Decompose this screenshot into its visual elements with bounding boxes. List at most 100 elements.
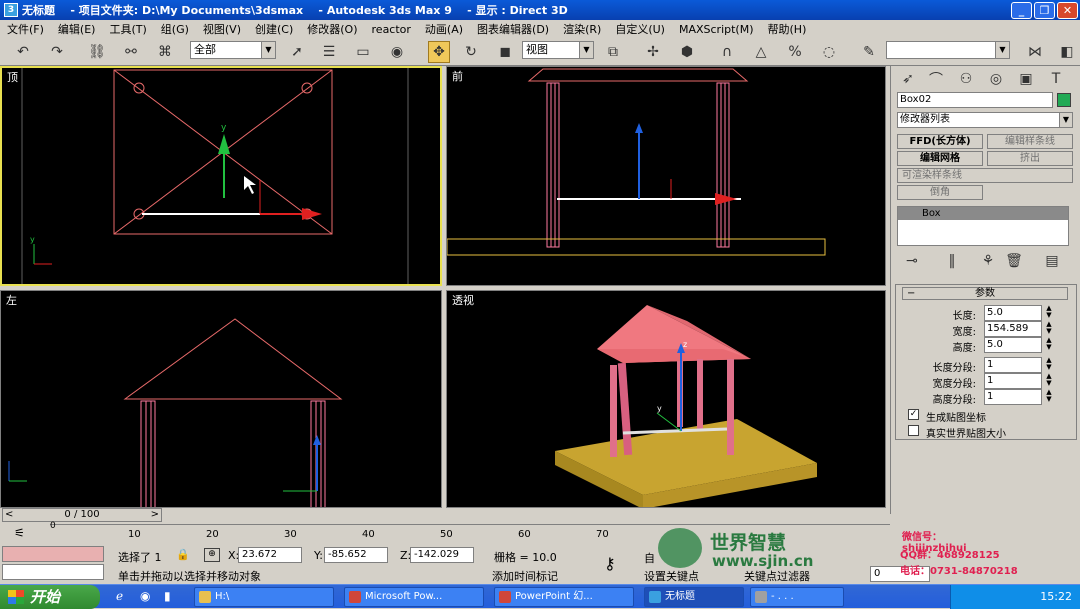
menu-views[interactable]: 视图(V) (196, 21, 248, 37)
rotate-icon[interactable]: ↻ (460, 41, 482, 63)
menu-graph-editors[interactable]: 图表编辑器(D) (470, 21, 556, 37)
task-slideshow[interactable]: PowerPoint 幻... (494, 587, 634, 607)
unlink-icon[interactable]: ⚯ (120, 41, 142, 63)
utilities-tab-icon[interactable]: T (1045, 68, 1067, 90)
ffd-box-button[interactable]: FFD(长方体) (897, 134, 983, 149)
y-coord-field[interactable]: -85.652 (324, 547, 388, 563)
time-slider[interactable]: < 0 / 100 > (2, 508, 162, 522)
menu-animation[interactable]: 动画(A) (418, 21, 470, 37)
length-field[interactable]: 5.0 (984, 305, 1042, 321)
menu-edit[interactable]: 编辑(E) (51, 21, 103, 37)
viewport-perspective[interactable]: 透视 y z (446, 290, 886, 508)
absolute-mode-icon[interactable]: ⊕ (204, 548, 220, 562)
real-world-map-checkbox[interactable] (908, 425, 919, 436)
display-tab-icon[interactable]: ▣ (1015, 68, 1037, 90)
hierarchy-tab-icon[interactable]: ⚇ (955, 68, 977, 90)
maxscript-input[interactable] (2, 564, 104, 580)
configure-sets-icon[interactable]: ▤ (1041, 250, 1063, 272)
task-3dsmax[interactable]: 无标题 (644, 587, 744, 607)
link-icon[interactable]: ⛓ (86, 41, 108, 63)
menu-maxscript[interactable]: MAXScript(M) (672, 23, 761, 36)
bevel-button[interactable]: 倒角 (897, 185, 983, 200)
keyboard-shortcut-icon[interactable]: ⬢ (676, 41, 698, 63)
menu-group[interactable]: 组(G) (154, 21, 196, 37)
stack-item-box[interactable]: Box (898, 207, 1068, 220)
spinner-snap-icon[interactable]: ◌ (818, 41, 840, 63)
x-coord-field[interactable]: 23.672 (238, 547, 302, 563)
modifier-list-dropdown[interactable]: 修改器列表 ▼ (897, 112, 1073, 128)
maxscript-listener-mini[interactable] (2, 546, 104, 562)
pin-stack-icon[interactable]: ⊸ (901, 250, 923, 272)
bind-spacewarp-icon[interactable]: ⌘ (154, 41, 176, 63)
manipulate-icon[interactable]: ✢ (642, 41, 664, 63)
menu-help[interactable]: 帮助(H) (761, 21, 814, 37)
height-field[interactable]: 5.0 (984, 337, 1042, 353)
rect-selection-icon[interactable]: ▭ (352, 41, 374, 63)
key-icon[interactable]: ⚷ (604, 554, 616, 573)
length-segs-field[interactable]: 1 (984, 357, 1042, 373)
menu-modifiers[interactable]: 修改器(O) (300, 21, 364, 37)
spinner-icon[interactable]: ▲ ▼ (1044, 305, 1054, 321)
edit-spline-button[interactable]: 编辑样条线 (987, 134, 1073, 149)
angle-snap-icon[interactable]: △ (750, 41, 772, 63)
spinner-icon[interactable]: ▲ ▼ (1044, 337, 1054, 353)
align-icon[interactable]: ◧ (1056, 41, 1078, 63)
viewport-left[interactable]: 左 (0, 290, 442, 508)
gen-map-coords-checkbox[interactable]: ✓ (908, 409, 919, 420)
height-segs-field[interactable]: 1 (984, 389, 1042, 405)
object-color-swatch[interactable] (1057, 93, 1071, 107)
menu-customize[interactable]: 自定义(U) (608, 21, 672, 37)
ref-coord-dropdown[interactable]: 视图 ▼ (522, 41, 594, 59)
task-explorer[interactable]: H:\ (194, 587, 334, 607)
menu-tools[interactable]: 工具(T) (102, 21, 153, 37)
select-arrow-icon[interactable]: ➚ (286, 41, 308, 63)
motion-tab-icon[interactable]: ◎ (985, 68, 1007, 90)
close-button[interactable]: ✕ (1057, 2, 1078, 19)
minimize-button[interactable]: _ (1011, 2, 1032, 19)
redo-icon[interactable]: ↷ (46, 41, 68, 63)
select-by-name-icon[interactable]: ☰ (318, 41, 340, 63)
edit-mesh-button[interactable]: 编辑网格 (897, 151, 983, 166)
undo-icon[interactable]: ↶ (12, 41, 34, 63)
remove-modifier-icon[interactable]: 🗑 (1003, 250, 1025, 272)
window-crossing-icon[interactable]: ◉ (386, 41, 408, 63)
edit-named-selection-icon[interactable]: ✎ (858, 41, 880, 63)
add-time-tag[interactable]: 添加时间标记 (492, 568, 558, 584)
pivot-center-icon[interactable]: ⧉ (602, 41, 624, 63)
rollout-header[interactable]: − 参数 (902, 287, 1068, 300)
modify-tab-icon[interactable]: ⌒ (925, 68, 947, 90)
z-coord-field[interactable]: -142.029 (410, 547, 474, 563)
object-name-field[interactable]: Box02 (897, 92, 1053, 108)
lock-icon[interactable]: 🔒 (176, 548, 190, 561)
quicklaunch-media-icon[interactable]: ▮ (164, 589, 171, 603)
clock[interactable]: 15:22 (1040, 590, 1072, 603)
viewport-top[interactable]: 顶 y y (0, 66, 442, 286)
spinner-icon[interactable]: ▲ ▼ (1044, 357, 1054, 373)
menu-reactor[interactable]: reactor (365, 23, 418, 36)
select-move-icon[interactable]: ✥ (428, 41, 450, 63)
width-field[interactable]: 154.589 (984, 321, 1042, 337)
menu-create[interactable]: 创建(C) (248, 21, 300, 37)
named-selection-dropdown[interactable]: ▼ (886, 41, 1010, 59)
viewport-front[interactable]: 前 (446, 66, 886, 286)
make-unique-icon[interactable]: ⚘ (977, 250, 999, 272)
track-bar-icon[interactable]: ⚟ (14, 526, 38, 540)
mirror-icon[interactable]: ⋈ (1024, 41, 1046, 63)
width-segs-field[interactable]: 1 (984, 373, 1042, 389)
show-end-result-icon[interactable]: ‖ (941, 250, 963, 272)
renderable-spline-button[interactable]: 可渲染样条线 (897, 168, 1073, 183)
percent-snap-icon[interactable]: % (784, 41, 806, 63)
spinner-icon[interactable]: ▲ ▼ (1044, 389, 1054, 405)
start-button[interactable]: 开始 (0, 585, 100, 609)
snap-icon[interactable]: ∩ (716, 41, 738, 63)
scale-icon[interactable]: ◼ (494, 41, 516, 63)
task-other[interactable]: - . . . (750, 587, 844, 607)
maximize-button[interactable]: ❐ (1034, 2, 1055, 19)
menu-file[interactable]: 文件(F) (0, 21, 51, 37)
modifier-stack[interactable]: Box (897, 206, 1069, 246)
quicklaunch-desktop-icon[interactable]: ◉ (140, 589, 150, 603)
quicklaunch-ie-icon[interactable]: ℯ (116, 589, 123, 603)
spinner-icon[interactable]: ▲ ▼ (1044, 373, 1054, 389)
extrude-button[interactable]: 挤出 (987, 151, 1073, 166)
selection-filter-dropdown[interactable]: 全部 ▼ (190, 41, 276, 59)
